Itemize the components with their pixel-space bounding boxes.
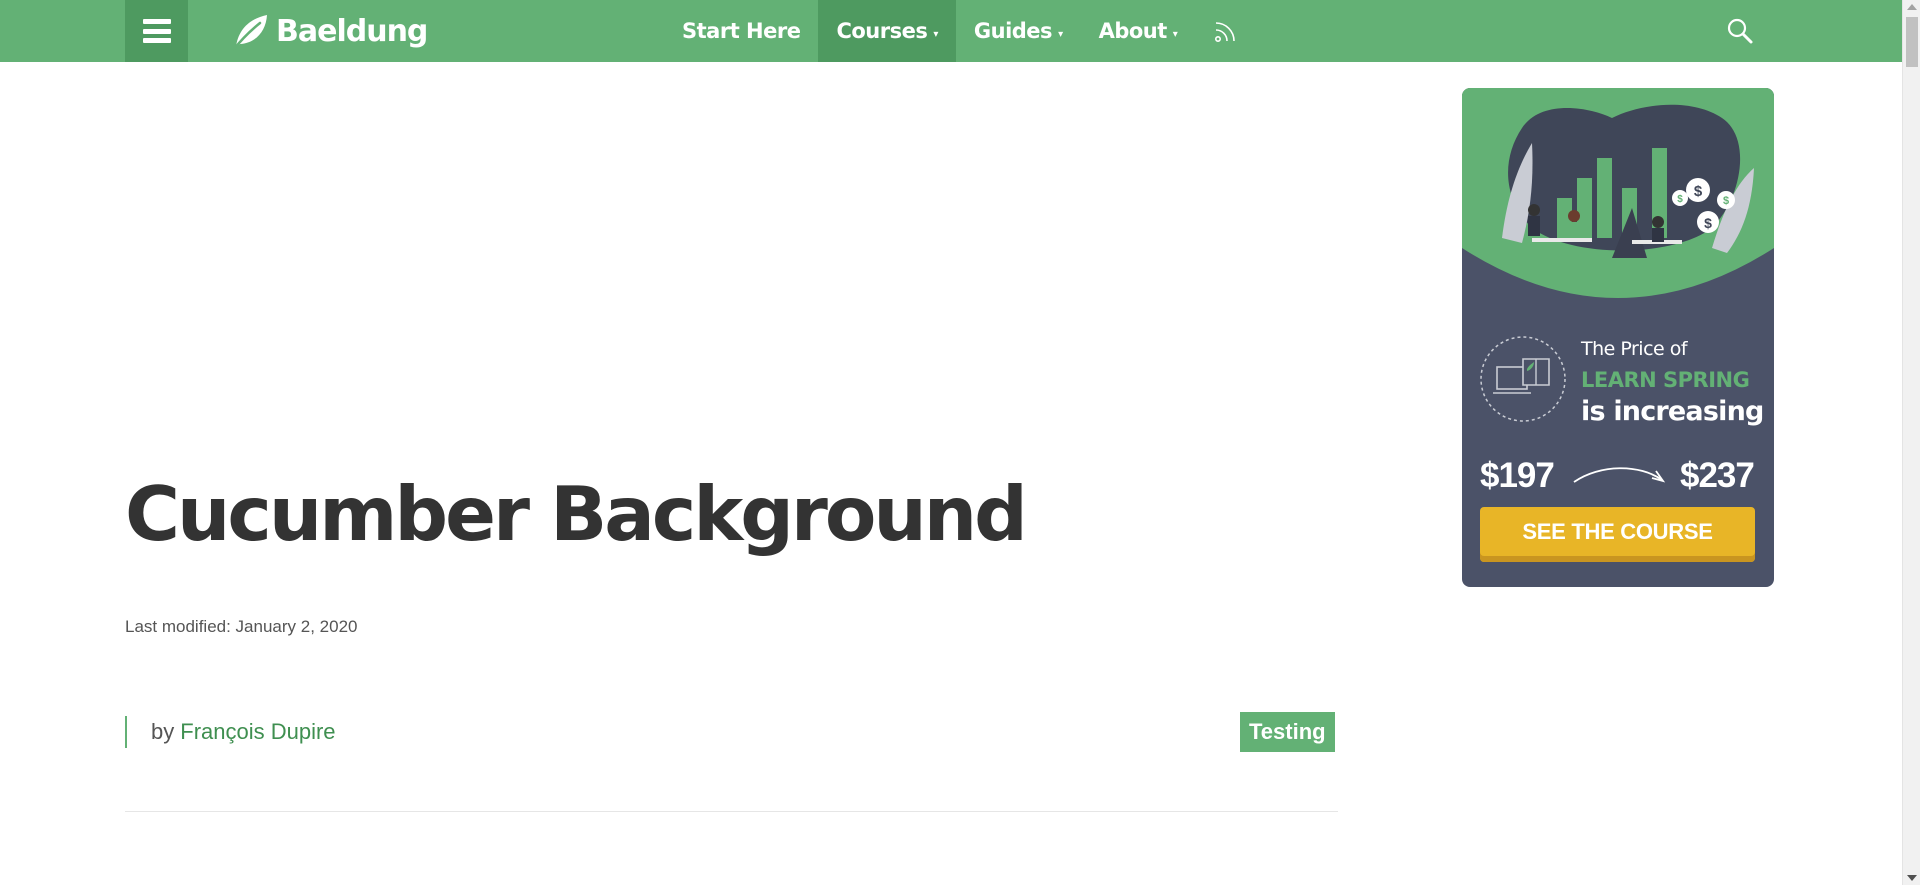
chevron-down-icon: ▾ xyxy=(933,28,938,40)
hamburger-menu-icon xyxy=(142,19,171,43)
ad-line-1: The Price of xyxy=(1581,338,1688,360)
search-button[interactable] xyxy=(1725,16,1755,46)
svg-text:$: $ xyxy=(1694,183,1703,200)
nav-about-label: About xyxy=(1098,19,1168,43)
top-navigation-bar: Baeldung Start Here Courses ▾ Guides ▾ A… xyxy=(0,0,1902,62)
svg-text:$: $ xyxy=(1704,215,1712,231)
nav-about[interactable]: About ▾ xyxy=(1081,0,1196,62)
chevron-down-icon: ▾ xyxy=(1058,28,1063,40)
chevron-down-icon: ▾ xyxy=(1172,28,1178,40)
byline: by François Dupire xyxy=(125,716,336,748)
divider xyxy=(125,811,1338,812)
last-modified-date: Last modified: January 2, 2020 xyxy=(125,617,358,636)
leaf-logo-icon xyxy=(232,15,267,51)
nav-courses-label: Courses xyxy=(836,19,928,43)
old-price: $197 xyxy=(1480,456,1555,495)
author-link[interactable]: François Dupire xyxy=(180,719,335,745)
see-the-course-button[interactable]: SEE THE COURSE xyxy=(1480,507,1755,562)
nav-start-here[interactable]: Start Here xyxy=(664,0,818,62)
byline-prefix: by xyxy=(151,719,175,744)
learn-spring-ad[interactable]: $ $ $ $ The Price of LEARN SPRING is inc… xyxy=(1462,88,1774,587)
scrollbar-thumb[interactable] xyxy=(1906,17,1918,67)
nav-start-here-label: Start Here xyxy=(682,19,801,43)
scroll-down-icon[interactable] xyxy=(1907,875,1917,881)
main-nav: Start Here Courses ▾ Guides ▾ About ▾ xyxy=(664,0,1257,62)
rss-feed-icon xyxy=(1215,22,1236,42)
svg-text:$: $ xyxy=(1723,195,1729,207)
nav-courses[interactable]: Courses ▾ xyxy=(818,0,956,62)
search-icon xyxy=(1727,18,1753,44)
ad-illustration: $ $ $ $ xyxy=(1462,88,1774,310)
nav-guides[interactable]: Guides ▾ xyxy=(956,0,1081,62)
new-price: $237 xyxy=(1680,456,1755,495)
ad-line-2: LEARN SPRING xyxy=(1581,368,1750,392)
logo-text: Baeldung xyxy=(276,13,428,49)
arrow-right-icon xyxy=(1573,467,1666,483)
scroll-up-icon[interactable] xyxy=(1907,4,1917,10)
site-logo[interactable]: Baeldung xyxy=(230,10,428,52)
article-title: Cucumber Background xyxy=(125,470,1028,558)
vertical-scrollbar[interactable] xyxy=(1902,0,1920,885)
svg-text:$: $ xyxy=(1677,194,1683,205)
rss-feed-link[interactable] xyxy=(1195,0,1257,62)
menu-button[interactable] xyxy=(125,0,188,62)
ad-line-3: is increasing xyxy=(1581,396,1764,427)
category-tag[interactable]: Testing xyxy=(1240,712,1335,752)
nav-guides-label: Guides xyxy=(973,19,1053,43)
laptop-book-icon xyxy=(1480,336,1566,422)
